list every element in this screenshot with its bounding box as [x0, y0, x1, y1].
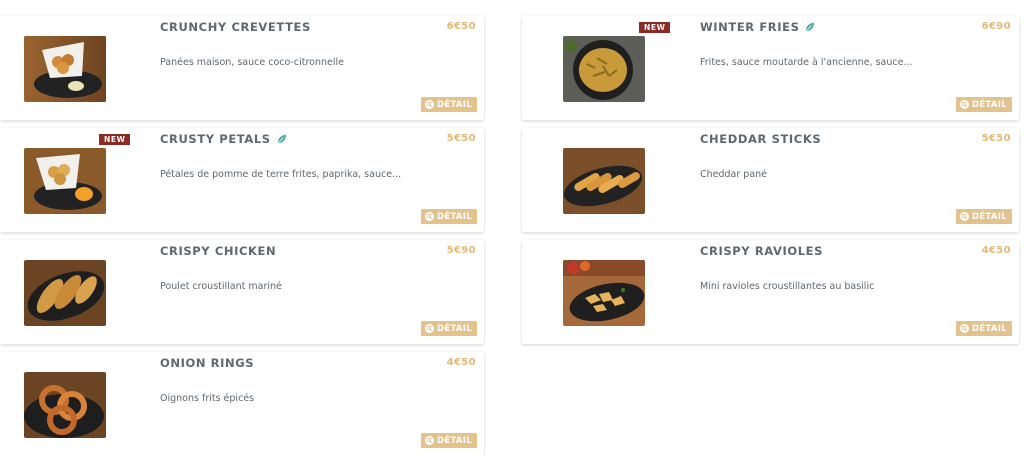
menu-card[interactable]: CRISPY CHICKEN 5€90 Poulet croustillant … — [0, 240, 484, 344]
magnifier-icon — [425, 324, 435, 333]
magnifier-icon — [425, 100, 435, 109]
product-image — [563, 36, 645, 102]
item-description: Frites, sauce moutarde à l'ancienne, sau… — [700, 57, 913, 68]
detail-label: DÉTAIL — [972, 323, 1007, 334]
menu-grid: CRUNCHY CREVETTES 6€50 Panées maison, sa… — [0, 0, 1024, 456]
product-image — [24, 260, 106, 326]
new-badge: NEW — [99, 134, 131, 145]
detail-button[interactable]: DÉTAIL — [421, 97, 477, 112]
detail-button[interactable]: DÉTAIL — [956, 97, 1012, 112]
item-title: CRUSTY PETALS — [160, 132, 287, 146]
magnifier-icon — [425, 212, 435, 221]
item-title-text: CRISPY CHICKEN — [160, 244, 277, 258]
new-badge: NEW — [639, 22, 671, 33]
menu-card[interactable]: NEW CRUSTY PETALS 5€50 Pétales de pomme … — [0, 128, 484, 232]
product-image — [24, 36, 106, 102]
magnifier-icon — [960, 324, 970, 333]
detail-label: DÉTAIL — [437, 323, 472, 334]
magnifier-icon — [960, 212, 970, 221]
detail-button[interactable]: DÉTAIL — [956, 209, 1012, 224]
item-price: 4€50 — [981, 245, 1011, 256]
item-price: 5€50 — [981, 133, 1011, 144]
item-title: CRUNCHY CREVETTES — [160, 20, 311, 34]
detail-button[interactable]: DÉTAIL — [421, 209, 477, 224]
item-description: Oignons frits épicés — [160, 393, 255, 404]
menu-card[interactable]: CRUNCHY CREVETTES 6€50 Panées maison, sa… — [0, 16, 484, 120]
detail-label: DÉTAIL — [972, 211, 1007, 222]
item-title-text: ONION RINGS — [160, 356, 255, 370]
item-price: 5€50 — [446, 133, 476, 144]
item-title-text: CRISPY RAVIOLES — [700, 244, 824, 258]
menu-card[interactable]: CRISPY RAVIOLES 4€50 Mini ravioles crous… — [522, 240, 1019, 344]
product-image — [24, 372, 106, 438]
item-description: Cheddar pané — [700, 169, 768, 180]
product-image — [563, 148, 645, 214]
item-title: CRISPY CHICKEN — [160, 244, 276, 258]
detail-label: DÉTAIL — [437, 99, 472, 110]
item-price: 4€50 — [446, 357, 476, 368]
item-description: Panées maison, sauce coco-citronnelle — [160, 57, 345, 68]
detail-label: DÉTAIL — [437, 211, 472, 222]
item-price: 5€90 — [446, 245, 476, 256]
item-title-text: CRUNCHY CREVETTES — [160, 20, 311, 34]
product-image — [24, 148, 106, 214]
item-title: CHEDDAR STICKS — [700, 132, 821, 146]
item-title-text: CHEDDAR STICKS — [700, 132, 822, 146]
menu-card[interactable]: ONION RINGS 4€50 Oignons frits épicés DÉ… — [0, 352, 484, 456]
item-price: 6€50 — [446, 21, 476, 32]
item-description: Pétales de pomme de terre frites, paprik… — [160, 169, 402, 180]
product-image — [563, 260, 645, 326]
menu-card[interactable]: NEW WINTER FRIES 6€90 Frites, sauce mout… — [522, 16, 1019, 120]
magnifier-icon — [425, 436, 435, 445]
detail-button[interactable]: DÉTAIL — [421, 433, 477, 448]
detail-label: DÉTAIL — [972, 99, 1007, 110]
item-title: CRISPY RAVIOLES — [700, 244, 823, 258]
leaf-icon — [806, 22, 815, 31]
item-price: 6€90 — [981, 21, 1011, 32]
leaf-icon — [277, 134, 286, 143]
detail-button[interactable]: DÉTAIL — [956, 321, 1012, 336]
item-title-text: CRUSTY PETALS — [160, 132, 271, 146]
item-description: Mini ravioles croustillantes au basilic — [700, 281, 875, 292]
item-title-text: WINTER FRIES — [700, 20, 800, 34]
menu-card[interactable]: CHEDDAR STICKS 5€50 Cheddar pané DÉTAIL — [522, 128, 1019, 232]
item-title: ONION RINGS — [160, 356, 254, 370]
magnifier-icon — [960, 100, 970, 109]
detail-label: DÉTAIL — [437, 435, 472, 446]
detail-button[interactable]: DÉTAIL — [421, 321, 477, 336]
item-description: Poulet croustillant mariné — [160, 281, 282, 292]
item-title: WINTER FRIES — [700, 20, 815, 34]
